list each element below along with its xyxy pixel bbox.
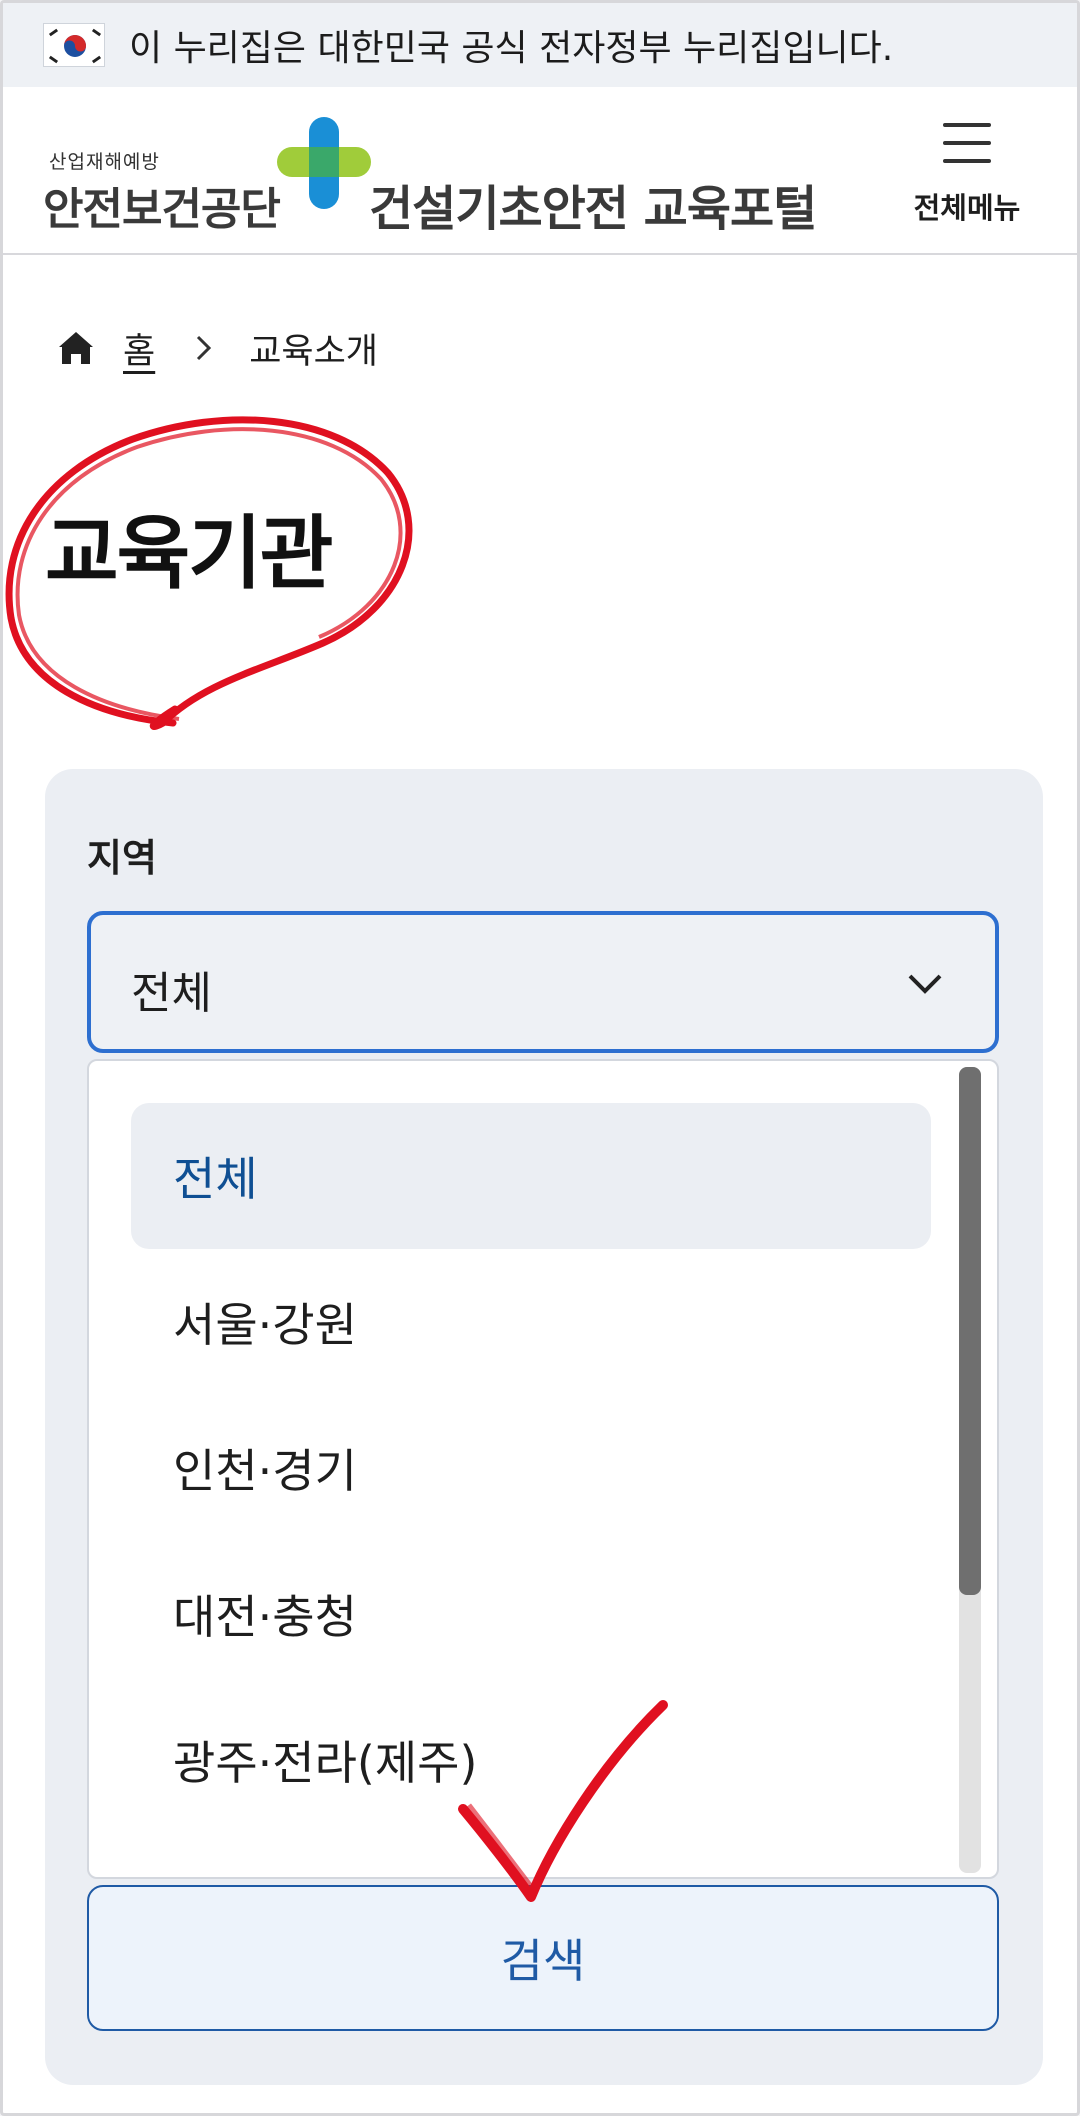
search-panel: 지역 전체 전체 서울·강원 인천·경기 대전·충청 광주·전라(제주) 검색 [45, 769, 1043, 2085]
page-title: 교육기관 [45, 507, 333, 600]
gov-banner-text: 이 누리집은 대한민국 공식 전자정부 누리집입니다. [129, 28, 894, 69]
full-menu-label: 전체메뉴 [913, 191, 1021, 225]
chevron-down-icon [908, 974, 942, 994]
option-label: 전체 [173, 1152, 258, 1206]
breadcrumb: 홈 교육소개 [57, 323, 378, 373]
search-button-label: 검색 [500, 1934, 586, 1988]
region-option-seoul-gangwon[interactable]: 서울·강원 [131, 1249, 931, 1395]
page: 이 누리집은 대한민국 공식 전자정부 누리집입니다. 산업재해예방 안전보건공… [0, 0, 1080, 2116]
region-select-value: 전체 [131, 968, 212, 1019]
logo-cross-icon[interactable] [275, 115, 373, 211]
portal-title[interactable]: 건설기초안전 교육포털 [369, 169, 817, 239]
region-option-gwangju-jeolla[interactable]: 광주·전라(제주) [131, 1687, 931, 1833]
full-menu-button[interactable]: 전체메뉴 [907, 117, 1027, 227]
chevron-right-icon [197, 335, 212, 361]
region-select[interactable]: 전체 [87, 911, 999, 1053]
option-label: 인천·경기 [173, 1444, 357, 1498]
site-header: 산업재해예방 안전보건공단 건설기초안전 교육포털 전체메뉴 [3, 87, 1077, 255]
region-dropdown-list[interactable]: 전체 서울·강원 인천·경기 대전·충청 광주·전라(제주) [87, 1059, 999, 1879]
region-option-all[interactable]: 전체 [131, 1103, 931, 1249]
option-label: 광주·전라(제주) [173, 1736, 478, 1790]
search-button[interactable]: 검색 [87, 1885, 999, 2031]
hamburger-menu-icon [943, 123, 991, 163]
option-label: 대전·충청 [173, 1590, 357, 1644]
org-small-label[interactable]: 산업재해예방 [49, 147, 160, 174]
region-option-incheon-gyeonggi[interactable]: 인천·경기 [131, 1395, 931, 1541]
org-name[interactable]: 안전보건공단 [43, 173, 281, 237]
breadcrumb-home-link[interactable]: 홈 [123, 323, 155, 374]
dropdown-scrollbar-thumb[interactable] [959, 1067, 981, 1595]
breadcrumb-current: 교육소개 [249, 331, 379, 372]
home-icon[interactable] [57, 330, 95, 366]
gov-banner: 이 누리집은 대한민국 공식 전자정부 누리집입니다. [3, 3, 1077, 87]
option-label: 서울·강원 [173, 1298, 357, 1352]
region-option-daejeon-chungcheong[interactable]: 대전·충청 [131, 1541, 931, 1687]
korea-flag-icon [43, 23, 105, 67]
region-label: 지역 [87, 836, 157, 880]
